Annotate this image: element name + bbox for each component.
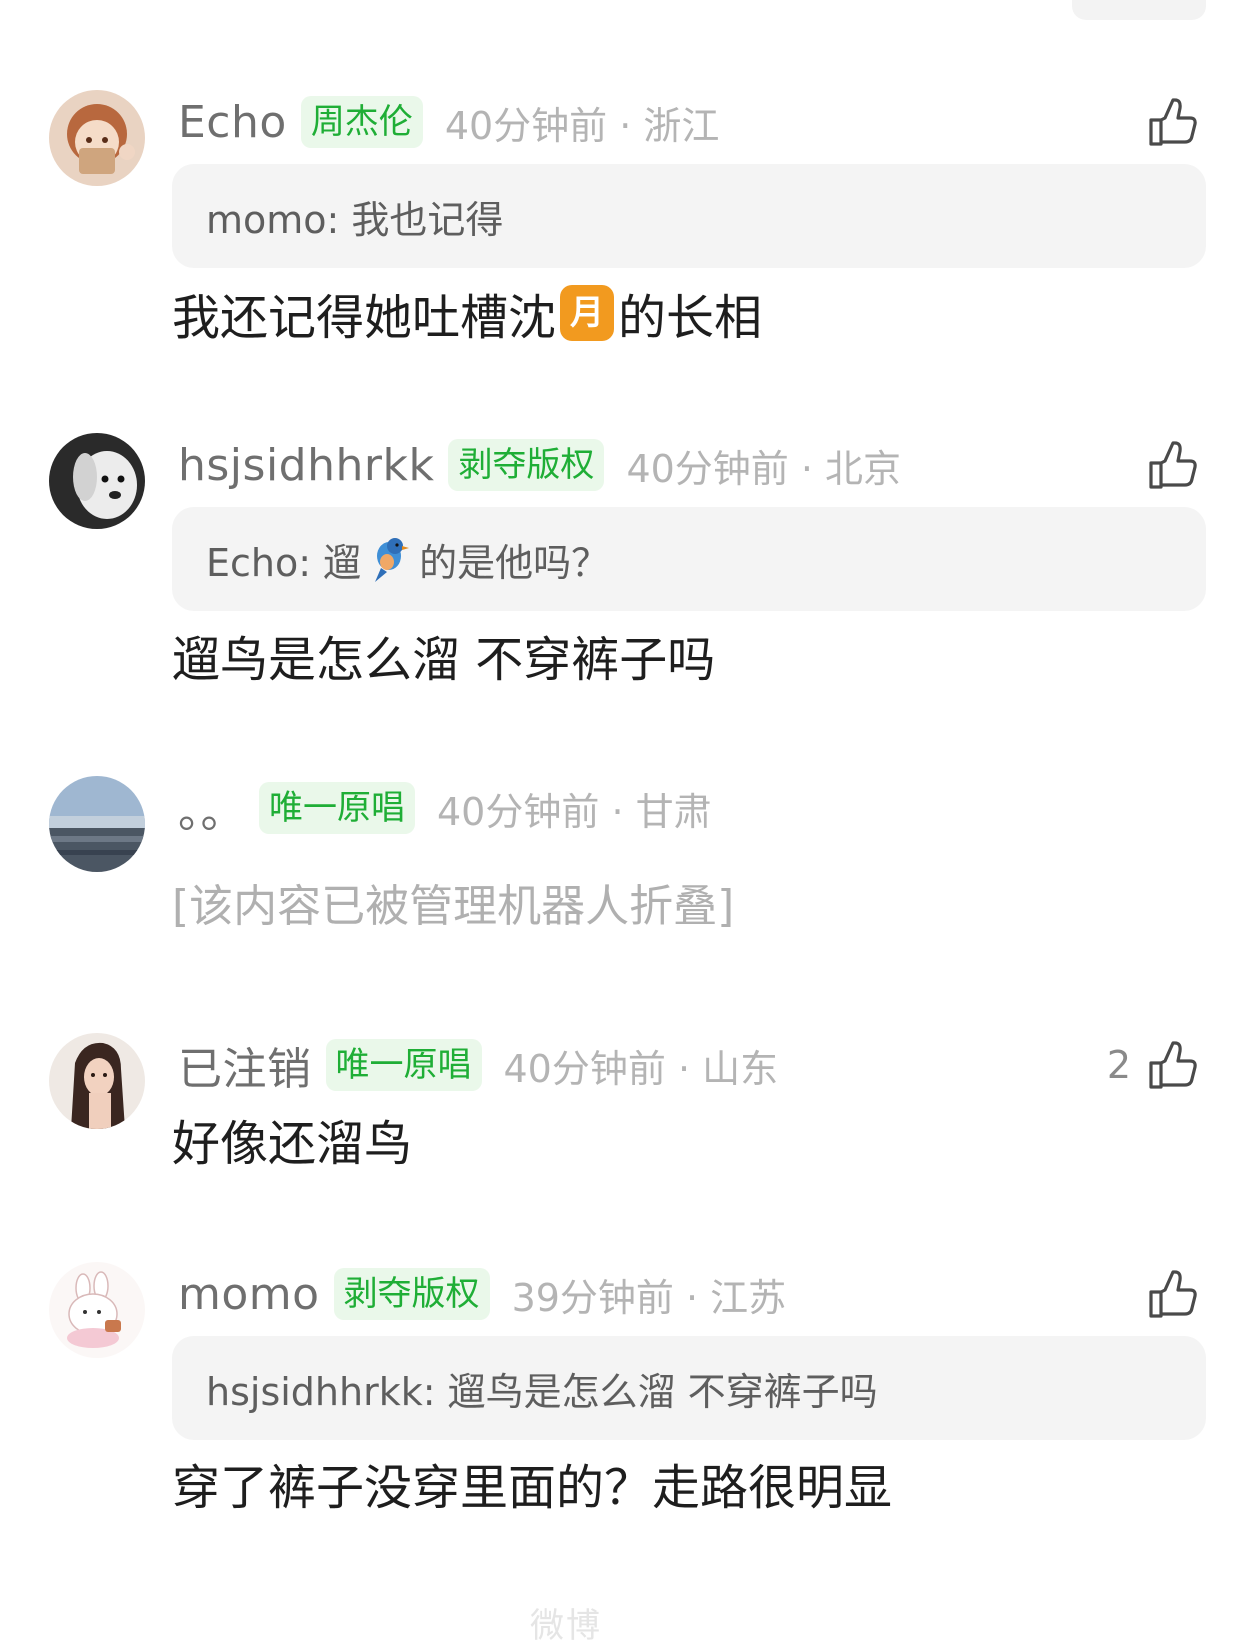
like-count: 2 — [1106, 1043, 1131, 1087]
bluebird-emoji-icon — [367, 534, 413, 584]
comment-meta: 40分钟前 · 浙江 — [445, 95, 720, 150]
username[interactable]: momo — [178, 1269, 320, 1320]
comment-text: 好像还溜鸟 — [172, 1116, 413, 1172]
meta-separator: · — [665, 1046, 703, 1091]
comment-location: 江苏 — [710, 1275, 787, 1320]
avatar[interactable] — [49, 1033, 145, 1129]
avatar[interactable] — [49, 776, 145, 872]
meta-separator: · — [599, 789, 636, 834]
meta-separator: · — [673, 1275, 711, 1320]
comment-location: 浙江 — [643, 103, 720, 148]
quoted-reply[interactable]: Echo: 遛 的是他吗？ — [172, 507, 1206, 611]
avatar-anime-girl-image — [49, 90, 145, 186]
watermark: 微博 — [530, 1606, 602, 1646]
comment-meta: 40分钟前 · 山东 — [504, 1038, 779, 1093]
comment-meta: 40分钟前 · 甘肃 — [437, 781, 712, 836]
username[interactable]: 已注销 — [178, 1033, 312, 1097]
fan-badge[interactable]: 剥夺版权 — [333, 1268, 490, 1320]
username[interactable]: 。。 — [178, 776, 245, 840]
comment-text: 我还记得她吐槽沈 月 的长相 — [172, 282, 762, 346]
avatar[interactable] — [49, 1262, 145, 1358]
comment-location: 甘肃 — [635, 789, 712, 834]
comment-time: 40分钟前 — [444, 103, 608, 148]
quoted-reply[interactable]: momo: 我也记得 — [172, 164, 1206, 268]
comment-text-part: 的长相 — [618, 290, 763, 346]
previous-comment-action-pill — [1072, 0, 1206, 20]
username[interactable]: hsjsidhhrkk — [178, 440, 434, 491]
avatar[interactable] — [49, 433, 145, 529]
avatar-bunny-cartoon-image — [49, 1262, 145, 1358]
comment-meta: 40分钟前 · 北京 — [626, 438, 901, 493]
comment-time: 40分钟前 — [503, 1046, 666, 1091]
comment-location: 山东 — [702, 1046, 779, 1091]
avatar-dog-image — [49, 433, 145, 529]
fan-badge[interactable]: 唯一原唱 — [325, 1039, 482, 1091]
meta-separator: · — [788, 446, 826, 491]
meta-separator: · — [607, 103, 644, 148]
fan-badge[interactable]: 唯一原唱 — [259, 782, 415, 834]
thumbs-up-icon — [1145, 437, 1201, 493]
thumbs-up-icon — [1145, 1037, 1201, 1093]
folded-comment-text[interactable]: [该内容已被管理机器人折叠] — [172, 870, 734, 934]
comment-location: 北京 — [825, 446, 902, 491]
comment-text-part: 我还记得她吐槽沈 — [172, 290, 557, 346]
avatar-sea-image — [49, 776, 145, 872]
moon-emoji-icon: 月 — [560, 285, 615, 341]
username[interactable]: Echo — [178, 97, 287, 148]
comment-meta: 39分钟前 · 江苏 — [512, 1267, 787, 1322]
fan-badge[interactable]: 剥夺版权 — [448, 439, 605, 491]
quoted-reply-text: hsjsidhhrkk: 遛鸟是怎么溜 不穿裤子吗 — [206, 1369, 878, 1414]
thumbs-up-icon — [1145, 1266, 1201, 1322]
like-button[interactable] — [1145, 92, 1201, 152]
comment-time: 40分钟前 — [626, 446, 789, 491]
comment-time: 39分钟前 — [511, 1275, 674, 1320]
comment-time: 40分钟前 — [437, 789, 600, 834]
like-button[interactable] — [1145, 1264, 1201, 1324]
comment-text: 遛鸟是怎么溜 不穿裤子吗 — [172, 632, 716, 688]
thumbs-up-icon — [1145, 94, 1201, 150]
like-button[interactable]: 2 — [1107, 1035, 1201, 1095]
comment-text: 穿了裤子没穿里面的？走路很明显 — [172, 1460, 893, 1516]
quoted-reply[interactable]: hsjsidhhrkk: 遛鸟是怎么溜 不穿裤子吗 — [172, 1336, 1206, 1440]
quoted-reply-text: momo: 我也记得 — [206, 197, 504, 242]
quoted-reply-text: Echo: 遛 — [206, 540, 362, 585]
fan-badge[interactable]: 周杰伦 — [300, 96, 423, 148]
avatar-woman-photo-image — [49, 1033, 145, 1129]
quoted-reply-text: 的是他吗？ — [419, 540, 610, 585]
like-button[interactable] — [1145, 435, 1201, 495]
avatar[interactable] — [49, 90, 145, 186]
